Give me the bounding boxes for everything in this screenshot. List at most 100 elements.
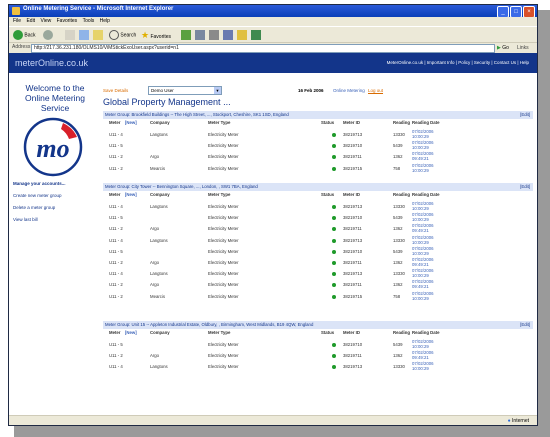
column-header-row: Meter [New] Company Meter Type Status Meter I… (103, 119, 533, 129)
meter-cell: U11 - 2 (109, 165, 123, 171)
messenger-icon[interactable] (251, 30, 261, 40)
history-icon[interactable] (181, 30, 191, 40)
table-row[interactable]: U11 - 5 Electricity Meter 38219710 5439 07/0… (103, 212, 533, 223)
print-icon[interactable] (209, 30, 219, 40)
meter-cell: U11 - 4 (109, 132, 123, 137)
logout-link[interactable]: Log out (368, 88, 383, 93)
site-logo[interactable]: meterOnline.co.uk (15, 58, 88, 68)
delete-meter-group-link[interactable]: Delete a meter group (13, 205, 55, 210)
status-ok-icon (332, 272, 336, 277)
status-ok-icon (332, 227, 336, 232)
browser-window: Online Metering Service - Microsoft Inte… (8, 4, 538, 426)
top-nav-links[interactable]: MeterOnline.co.uk | Important Info | Pol… (387, 60, 529, 65)
meter-type-cell: Electricity Meter (208, 132, 239, 137)
reading-cell: 1362 (393, 259, 403, 265)
table-row[interactable]: U11 - 2 Mearcis Electricity Meter 38219715 7… (103, 291, 533, 302)
go-button[interactable]: ▶ Go (497, 44, 515, 52)
reading-cell: 5439 (393, 143, 403, 149)
table-row[interactable]: U11 - 2 Argo Electricity Meter 38219711 1362… (103, 279, 533, 290)
edit-page-icon[interactable] (223, 30, 233, 40)
col-meter: Meter (109, 120, 121, 125)
meter-id-cell: 38219715 (343, 165, 363, 171)
menu-view[interactable]: View (40, 17, 51, 26)
search-button[interactable]: Search (109, 30, 136, 40)
home-icon[interactable] (93, 30, 103, 40)
meter-type-cell: Electricity Meter (208, 226, 239, 232)
meter-id-cell: 38219711 (343, 226, 362, 232)
address-field[interactable]: http://217.36.231.180/OLMS10/ViMStickExo… (31, 44, 495, 53)
edit-group-link[interactable]: [Edit] (520, 183, 530, 191)
table-row[interactable]: U11 - 2 Argo Electricity Meter 38219711 1362… (103, 223, 533, 234)
stop-icon[interactable] (65, 30, 75, 40)
meter-id-cell: 38219713 (343, 364, 363, 370)
meter-type-cell: Electricity Meter (208, 215, 239, 221)
forward-button[interactable] (43, 30, 53, 40)
col-new[interactable]: [New] (125, 120, 137, 125)
user-select[interactable]: Demo User ▼ (148, 86, 222, 95)
menu-edit[interactable]: Edit (26, 17, 35, 26)
save-details-link[interactable]: Save Details (103, 88, 128, 93)
edit-group-link[interactable]: [Edit] (520, 111, 530, 119)
menu-help[interactable]: Help (100, 17, 110, 26)
mail-icon[interactable] (195, 30, 205, 40)
back-button[interactable]: Back (13, 30, 36, 40)
edit-group-link[interactable]: [Edit] (520, 321, 530, 329)
table-row[interactable]: U11 - 5 Electricity Meter 38219710 5439 07/0… (103, 140, 533, 151)
service-link[interactable]: Online Metering (333, 88, 365, 93)
chevron-down-icon: ▼ (214, 87, 221, 94)
meter-type-cell: Electricity Meter (208, 353, 239, 359)
meter-id-cell: 38219713 (343, 204, 363, 209)
reading-date-cell: 07/02/2006 10:00:29 (412, 245, 434, 256)
refresh-icon[interactable] (79, 30, 89, 40)
table-row[interactable]: U11 - 4 Langtons Electricity Meter 38219713… (103, 235, 533, 246)
title-bar: Online Metering Service - Microsoft Inte… (9, 5, 537, 18)
meter-group-title: Meter Group: Brookfield Buildings -- The… (105, 112, 289, 117)
reading-cell: 13330 (393, 204, 405, 209)
table-row[interactable]: U11 - 4 Langtons Electricity Meter 38219713… (103, 361, 533, 372)
col-new[interactable]: [New] (125, 330, 137, 335)
page-title: Global Property Management ... (103, 97, 231, 107)
reading-date-cell: 07/02/2006 09:49:21 (412, 223, 434, 234)
meter-id-cell: 38219715 (343, 293, 363, 299)
col-reading: Reading (393, 120, 410, 125)
meter-cell: U11 - 4 (109, 237, 123, 243)
table-row[interactable]: U11 - 5 Electricity Meter 38219710 5439 07/0… (103, 246, 533, 257)
create-meter-group-link[interactable]: Create new meter group (13, 193, 62, 198)
mo-logo-text: mo (36, 134, 69, 163)
company-cell: Langtons (150, 132, 168, 137)
reading-date-cell: 07/02/2006 10:00:29 (412, 339, 434, 349)
reading-date-cell: 07/02/2006 09:49:21 (412, 350, 434, 361)
ie-icon (12, 7, 20, 15)
company-cell: Langtons (150, 204, 168, 209)
table-row[interactable]: U11 - 2 Argo Electricity Meter 38219711 1362… (103, 151, 533, 162)
table-row[interactable]: U11 - 5 Electricity Meter 38219710 5439 07/0… (103, 339, 533, 350)
reading-date-cell: 07/02/2006 10:00:29 (412, 162, 434, 173)
status-ok-icon (332, 155, 336, 160)
table-row[interactable]: U11 - 2 Argo Electricity Meter 38219711 1362… (103, 350, 533, 361)
table-row[interactable]: U11 - 4 Langtons Electricity Meter 38219713… (103, 201, 533, 212)
table-row[interactable]: U11 - 2 Mearcis Electricity Meter 38219715 7… (103, 163, 533, 174)
column-header-row: Meter [New] Company Meter Type Status Meter I… (103, 191, 533, 201)
forward-arrow-icon (43, 30, 53, 40)
status-ok-icon (332, 205, 336, 209)
folder-icon[interactable] (237, 30, 247, 40)
company-cell: Argo (150, 353, 160, 359)
links-button[interactable]: Links (517, 44, 529, 52)
current-date: 16 Feb 2006 (298, 88, 324, 93)
table-row[interactable]: U11 - 4 Langtons Electricity Meter 38219713… (103, 268, 533, 279)
table-row[interactable]: U11 - 2 Argo Electricity Meter 38219711 1362… (103, 257, 533, 268)
meter-cell: U11 - 4 (109, 364, 123, 370)
col-meter-id: Meter ID (343, 192, 360, 197)
company-cell: Langtons (150, 271, 168, 277)
col-new[interactable]: [New] (125, 192, 137, 197)
reading-date-cell: 07/02/2006 10:00:29 (412, 234, 434, 245)
menu-file[interactable]: File (13, 17, 21, 26)
meter-group-city-tower: Meter Group: City Tower -- Bennington Sq… (103, 183, 533, 302)
meter-id-cell: 38219713 (343, 271, 363, 277)
status-ok-icon (332, 294, 336, 299)
menu-favorites[interactable]: Favorites (57, 17, 78, 26)
view-last-bill-link[interactable]: View last bill (13, 217, 38, 222)
table-row[interactable]: U11 - 4 Langtons Electricity Meter 38219713… (103, 129, 533, 140)
menu-tools[interactable]: Tools (83, 17, 95, 26)
favorites-button[interactable]: ★ Favorites (141, 30, 171, 40)
